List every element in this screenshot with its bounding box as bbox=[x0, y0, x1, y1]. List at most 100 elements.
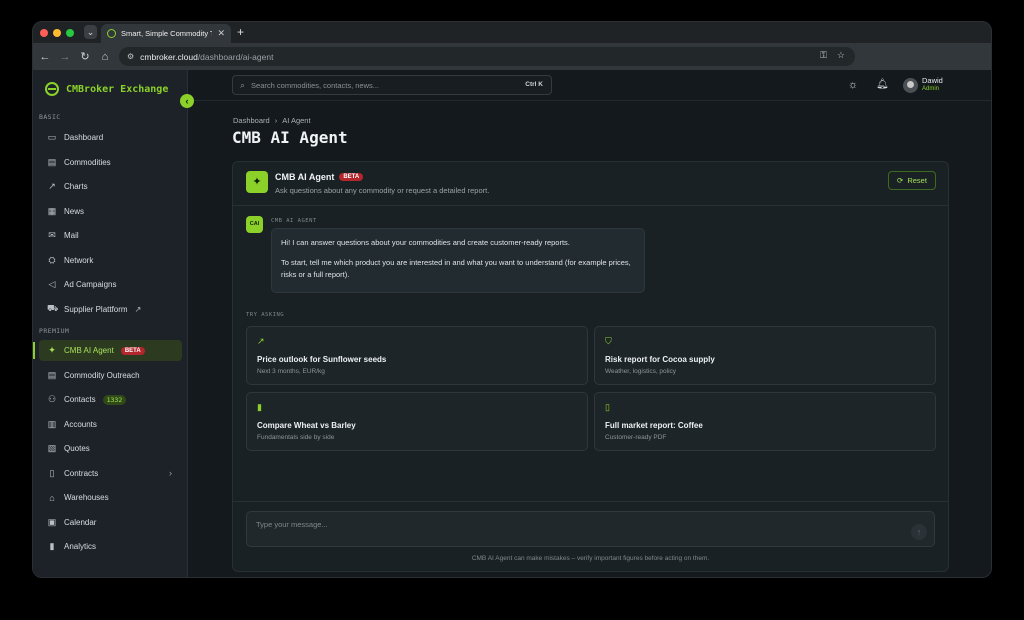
sidebar-item-warehouses[interactable]: ⌂ Warehouses bbox=[39, 487, 182, 508]
suggestion-subtitle: Customer-ready PDF bbox=[605, 434, 667, 441]
monitor-icon: ▭ bbox=[47, 132, 57, 142]
search-input[interactable]: ⌕ Search commodities, contacts, news... … bbox=[232, 75, 552, 95]
theme-toggle-icon[interactable]: ☼ bbox=[848, 79, 858, 91]
message-input[interactable]: Type your message... ↑ bbox=[246, 511, 935, 547]
sidebar-item-label: Warehouses bbox=[64, 493, 109, 502]
browser-tab[interactable]: Smart, Simple Commodity Tr... ✕ bbox=[101, 24, 231, 43]
sidebar-item-ad-campaigns[interactable]: ◁ Ad Campaigns bbox=[39, 274, 182, 295]
breadcrumb-separator-icon: › bbox=[274, 116, 278, 125]
sidebar-item-mail[interactable]: ✉ Mail bbox=[39, 225, 182, 246]
avatar[interactable] bbox=[903, 78, 918, 93]
breadcrumb: Dashboard › AI Agent bbox=[233, 116, 311, 125]
password-key-icon[interactable]: ⚿ bbox=[820, 50, 827, 61]
maximize-window-button[interactable] bbox=[66, 29, 74, 37]
sidebar: CMBroker Exchange BASIC ▭ Dashboard ▤ Commo… bbox=[33, 70, 188, 577]
sidebar-item-network[interactable]: ⛭ Network bbox=[39, 250, 182, 271]
message-line: Hi! I can answer questions about your co… bbox=[281, 238, 570, 247]
suggestion-card[interactable]: ⛉ Risk report for Cocoa supply Weather, lo… bbox=[594, 326, 936, 385]
sidebar-item-label: Accounts bbox=[64, 419, 97, 429]
sidebar-item-calendar[interactable]: ▣ Calendar bbox=[39, 512, 182, 533]
top-bar: ⌕ Search commodities, contacts, news... … bbox=[188, 70, 991, 101]
sidebar-item-quotes[interactable]: ▧ Quotes bbox=[39, 438, 182, 459]
suggestion-title: Full market report: Coffee bbox=[605, 421, 703, 430]
sidebar-item-contacts[interactable]: ⚇ Contacts 1332 bbox=[39, 389, 182, 410]
section-premium: PREMIUM bbox=[39, 327, 70, 335]
suggestion-title: Compare Wheat vs Barley bbox=[257, 421, 356, 430]
chevron-right-icon[interactable]: › bbox=[169, 468, 172, 478]
reset-button[interactable]: ⟳ Reset bbox=[888, 171, 936, 190]
sidebar-item-accounts[interactable]: ▥ Accounts bbox=[39, 414, 182, 435]
breadcrumb-current: AI Agent bbox=[282, 116, 311, 125]
disclaimer: CMB AI Agent can make mistakes – verify … bbox=[471, 555, 710, 562]
sidebar-badge: BETA bbox=[120, 346, 145, 355]
collapse-sidebar-button[interactable]: ‹ bbox=[180, 94, 194, 108]
user-role: Admin bbox=[922, 86, 940, 92]
agent-header: ✦ CMB AI Agent BETA Ask questions about … bbox=[233, 162, 948, 206]
site-settings-icon[interactable]: ⚙ bbox=[127, 52, 134, 61]
suggestion-card[interactable]: ↗ Price outlook for Sunflower seeds Next 3… bbox=[246, 326, 588, 385]
minimize-window-button[interactable] bbox=[53, 29, 61, 37]
sidebar-item-label: Commodities bbox=[64, 157, 111, 167]
notifications-bell-icon[interactable]: 🔔︎ bbox=[876, 79, 889, 90]
breadcrumb-dashboard[interactable]: Dashboard bbox=[233, 116, 270, 125]
sidebar-item-label: Analytics bbox=[64, 542, 97, 551]
sidebar-item-label: Charts bbox=[64, 182, 88, 191]
sidebar-item-analytics[interactable]: ▮ Analytics bbox=[39, 536, 182, 557]
network-icon: ⛭ bbox=[48, 254, 56, 265]
sparkles-icon: ✦ bbox=[246, 171, 268, 193]
sidebar-item-commodity-outreach[interactable]: ▤ Commodity Outreach bbox=[39, 365, 182, 386]
calendar-icon: ▣ bbox=[47, 516, 57, 527]
url-field[interactable]: ⚙ cmbroker.cloud/dashboard/ai-agent ⚿ ☆ bbox=[119, 47, 855, 66]
sidebar-item-commodities[interactable]: ▤ Commodities bbox=[39, 152, 182, 173]
sidebar-item-label: Dashboard bbox=[64, 133, 104, 142]
trend-icon: ↗ bbox=[48, 181, 56, 191]
suggestion-card[interactable]: ▯ Full market report: Coffee Customer-read… bbox=[594, 392, 936, 451]
home-icon[interactable]: ⌂ bbox=[95, 51, 115, 63]
brand-logo[interactable]: CMBroker Exchange bbox=[45, 82, 168, 96]
favicon-icon bbox=[107, 29, 116, 38]
address-bar: ← → ↻ ⌂ ⚙ cmbroker.cloud/dashboard/ai-ag… bbox=[33, 43, 991, 70]
sidebar-item-label: Supplier Plattform bbox=[64, 304, 128, 314]
agent-avatar: CAI bbox=[246, 216, 263, 233]
search-shortcut: Ctrl K bbox=[525, 81, 543, 88]
mail-icon: ✉ bbox=[48, 230, 56, 240]
trend-up-icon: ↗ bbox=[257, 336, 265, 346]
sidebar-item-contracts[interactable]: ▯ Contracts › bbox=[39, 463, 182, 484]
agent-panel: ✦ CMB AI Agent BETA Ask questions about … bbox=[232, 161, 949, 572]
suggestion-card[interactable]: ▮ Compare Wheat vs Barley Fundamentals sid… bbox=[246, 392, 588, 451]
truck-icon: ⛟ bbox=[47, 303, 59, 313]
building-icon: ▥ bbox=[47, 418, 57, 429]
sidebar-item-cmb-ai-agent[interactable]: ✦ CMB AI Agent BETA bbox=[33, 340, 182, 361]
suggestion-title: Price outlook for Sunflower seeds bbox=[257, 355, 387, 364]
sidebar-item-dashboard[interactable]: ▭ Dashboard bbox=[39, 127, 182, 148]
file-icon: ▯ bbox=[49, 467, 55, 478]
back-icon[interactable]: ← bbox=[35, 51, 55, 63]
close-window-button[interactable] bbox=[40, 29, 48, 37]
newspaper-icon: ▦ bbox=[47, 205, 57, 216]
agent-title: CMB AI Agent BETA bbox=[275, 172, 364, 182]
sidebar-item-label: Network bbox=[64, 255, 94, 265]
sidebar-item-news[interactable]: ▦ News bbox=[39, 201, 182, 222]
user-name[interactable]: Dawid bbox=[922, 76, 943, 85]
search-icon: ⌕ bbox=[240, 79, 246, 90]
brand-name: CMBroker Exchange bbox=[66, 83, 169, 95]
sidebar-item-charts[interactable]: ↗ Charts bbox=[39, 176, 182, 197]
megaphone-icon: ◁ bbox=[48, 279, 56, 289]
forward-icon[interactable]: → bbox=[55, 51, 75, 63]
close-tab-icon[interactable]: ✕ bbox=[217, 28, 225, 39]
tab-title: Smart, Simple Commodity Tr... bbox=[121, 29, 212, 38]
send-icon[interactable]: ↑ bbox=[911, 524, 927, 540]
tab-search-button[interactable]: ⌄ bbox=[84, 25, 97, 39]
browser-window: ⌄ Smart, Simple Commodity Tr... ✕ + ← → … bbox=[32, 21, 992, 578]
section-basic: BASIC bbox=[39, 113, 61, 121]
sidebar-item-supplier-plattform[interactable]: ⛟ Supplier Plattform ↗ bbox=[39, 299, 182, 320]
sidebar-item-label: Quotes bbox=[64, 444, 90, 453]
warehouse-icon: ⌂ bbox=[49, 492, 55, 503]
reload-icon[interactable]: ↻ bbox=[75, 50, 95, 63]
new-tab-button[interactable]: + bbox=[237, 25, 244, 39]
suggestion-subtitle: Weather, logistics, policy bbox=[605, 368, 677, 375]
bookmark-star-icon[interactable]: ☆ bbox=[837, 50, 845, 61]
try-asking-label: TRY ASKING bbox=[246, 312, 285, 318]
sidebar-item-label: News bbox=[64, 206, 85, 216]
refresh-icon: ⟳ bbox=[897, 176, 904, 185]
